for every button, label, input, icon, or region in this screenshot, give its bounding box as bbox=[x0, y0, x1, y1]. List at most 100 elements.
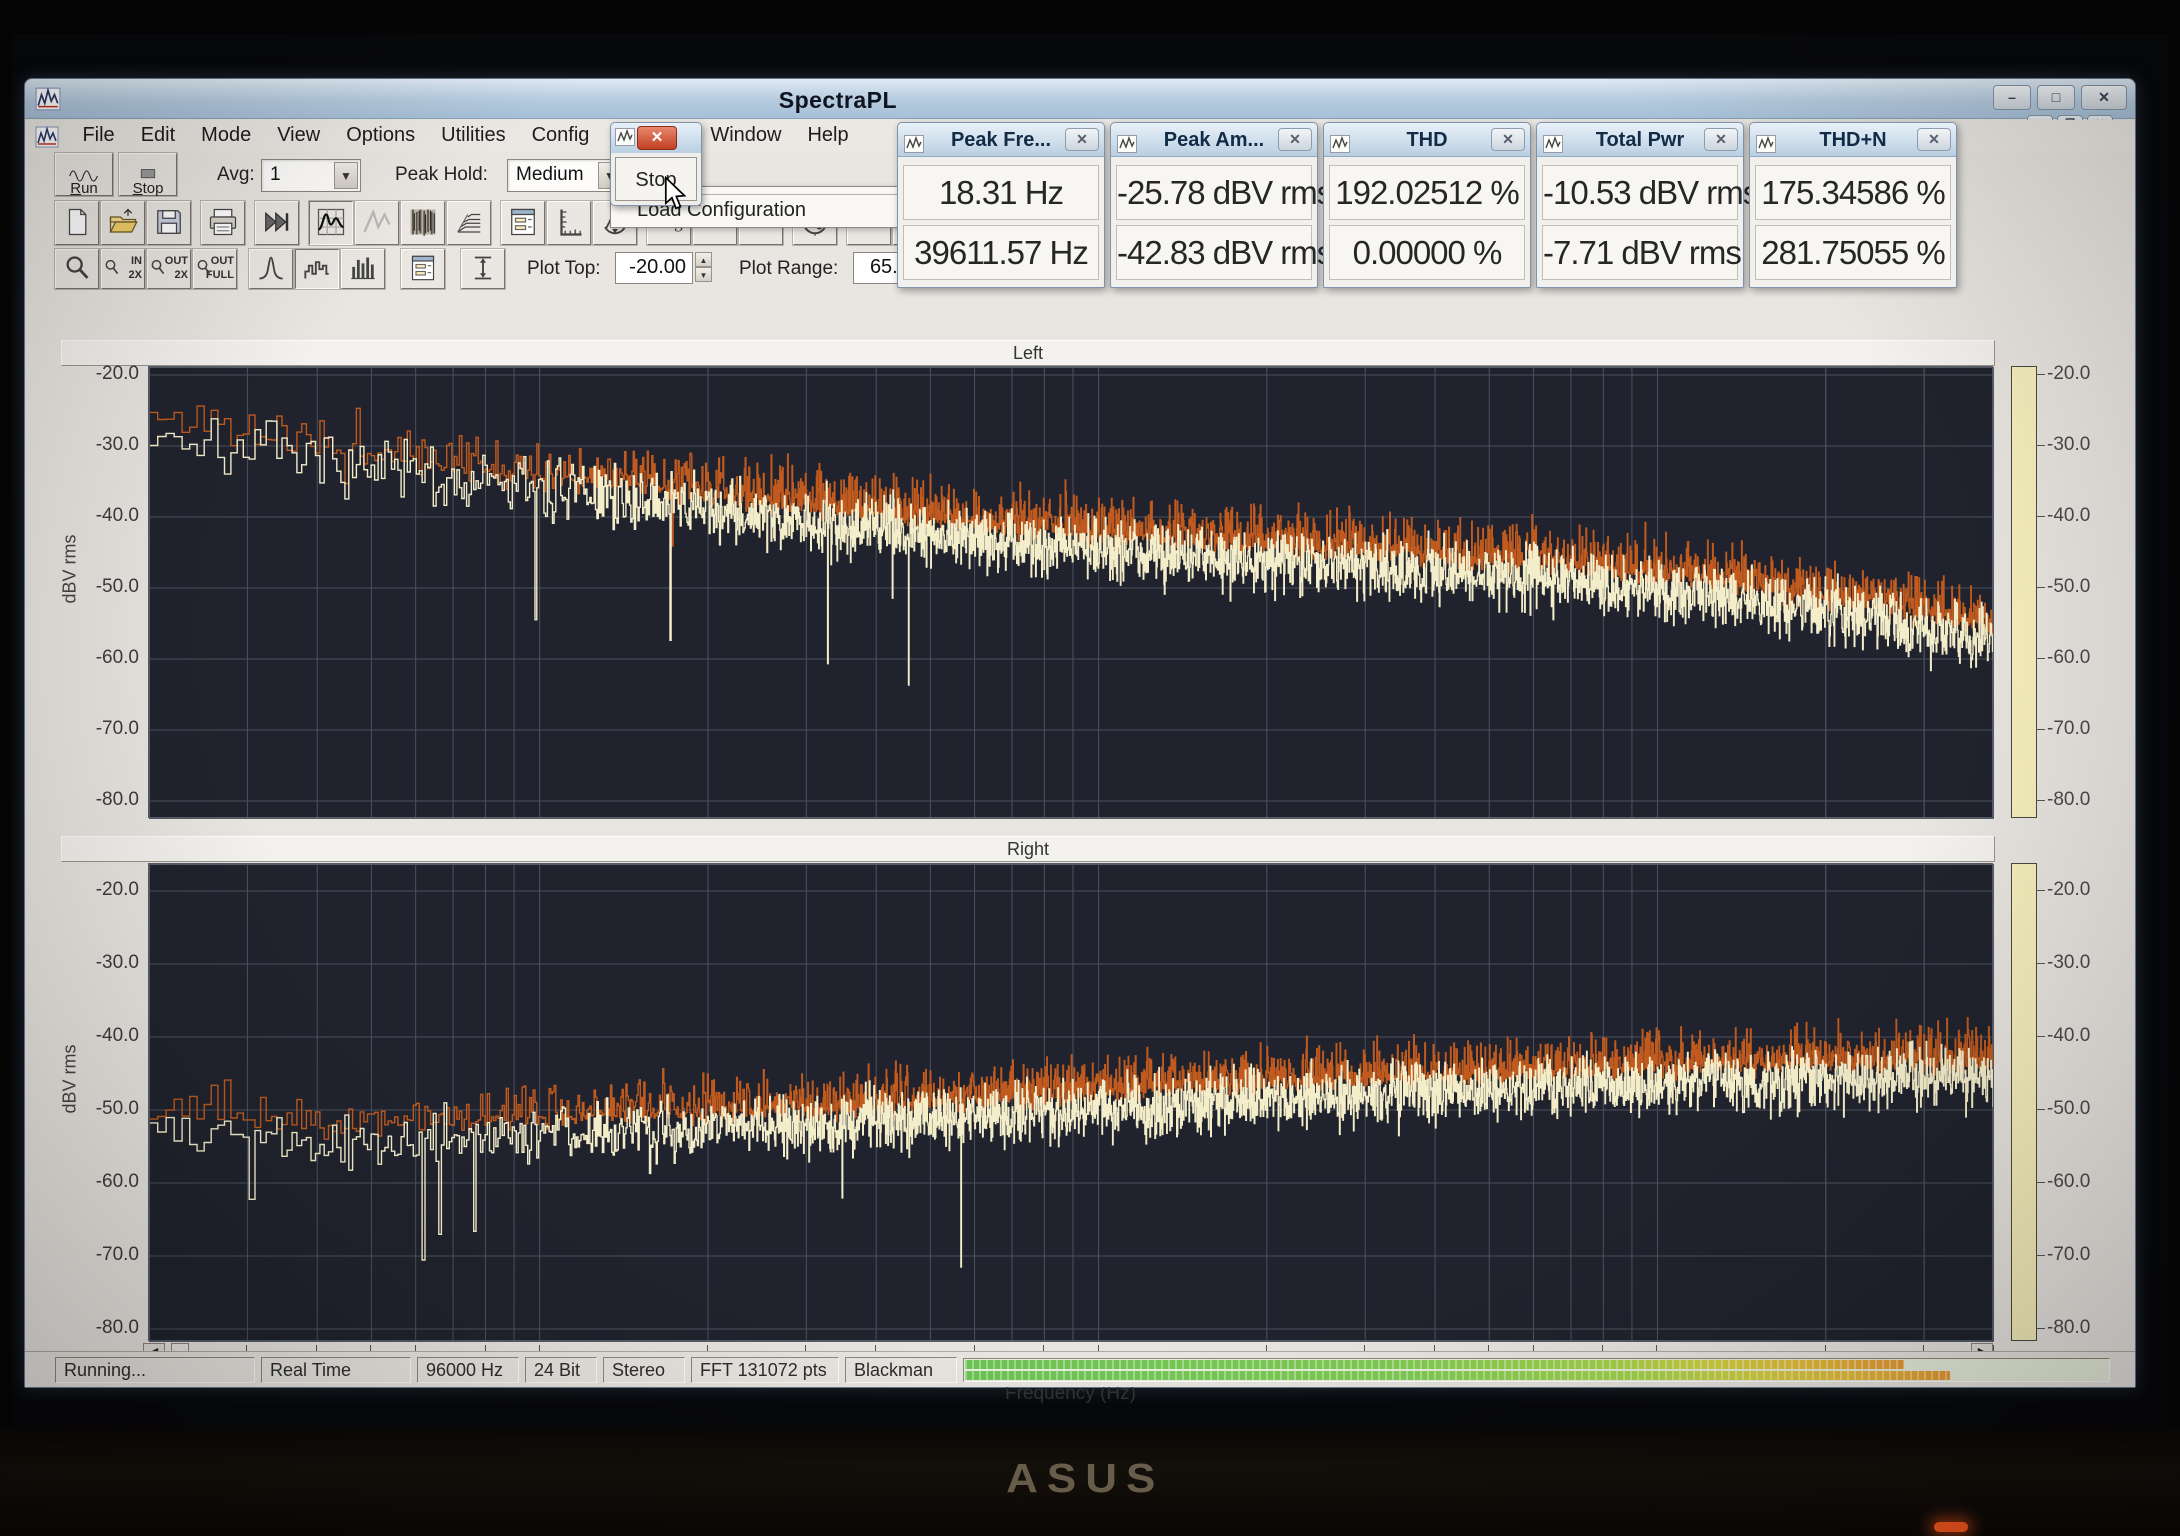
menu-config[interactable]: Config bbox=[519, 120, 603, 151]
y-axis-label: -30.0 bbox=[77, 952, 139, 974]
menu-file[interactable]: File bbox=[69, 120, 127, 151]
save-icon bbox=[148, 207, 190, 237]
menu-window[interactable]: Window bbox=[697, 120, 794, 151]
avg-dropdown[interactable]: 1▼ bbox=[261, 159, 361, 192]
menu-help[interactable]: Help bbox=[794, 120, 861, 151]
close-icon[interactable]: ✕ bbox=[1704, 128, 1738, 151]
panel-value-right: 39611.57 Hz bbox=[903, 225, 1099, 280]
y-axis-label-right: -60.0 bbox=[2047, 1171, 2117, 1193]
spectrum-plot-right[interactable] bbox=[149, 864, 1994, 1342]
status-cell-6: Blackman bbox=[845, 1357, 957, 1383]
y-axis-label-right: -70.0 bbox=[2047, 718, 2117, 740]
floating-window-titlebar[interactable]: ✕ bbox=[611, 123, 701, 153]
panel-title: THD bbox=[1406, 129, 1447, 151]
spectrum-display-icon bbox=[310, 207, 352, 237]
status-cell-0: Running... bbox=[55, 1357, 255, 1383]
save-button[interactable] bbox=[147, 201, 191, 245]
status-bar: Running...Real Time96000 Hz24 BitStereoF… bbox=[25, 1351, 2135, 1387]
panel-value-right: -7.71 dBV rms bbox=[1542, 225, 1738, 280]
zoom-out-full-button[interactable]: OUT FULL bbox=[193, 249, 237, 289]
zoom-out-2x-caption: OUT 2X bbox=[165, 254, 188, 282]
menu-options[interactable]: Options bbox=[333, 120, 428, 151]
menu-mode[interactable]: Mode bbox=[188, 120, 264, 151]
y-axis-label: -60.0 bbox=[77, 1171, 139, 1193]
spectrum-plot-left[interactable] bbox=[149, 367, 1994, 819]
open-file-button[interactable] bbox=[101, 201, 145, 245]
y-axis-label: -20.0 bbox=[77, 879, 139, 901]
y-tick bbox=[2036, 445, 2045, 446]
plot-top-input[interactable]: -20.00 bbox=[615, 252, 693, 284]
brand-logo: ASUS bbox=[1006, 1456, 1164, 1502]
panel-title: Total Pwr bbox=[1596, 129, 1685, 151]
print-button[interactable] bbox=[201, 201, 245, 245]
plot-top-label: Plot Top: bbox=[527, 258, 601, 280]
panel-titlebar[interactable]: Peak Fre...✕ bbox=[898, 123, 1104, 157]
run-button-label: Run bbox=[56, 180, 112, 197]
status-cell-5: FFT 131072 pts bbox=[691, 1357, 839, 1383]
panel-value-left: 18.31 Hz bbox=[903, 165, 1099, 220]
app-icon-mini bbox=[615, 128, 635, 146]
peak-hold-dropdown[interactable]: Medium▼ bbox=[507, 159, 625, 192]
zoom-button[interactable] bbox=[55, 249, 99, 289]
plot-client-area: Left-20.0-20.0-30.0-30.0-40.0-40.0-50.0-… bbox=[25, 293, 2135, 1351]
waveform-display-button[interactable] bbox=[355, 201, 399, 245]
y-axis-label-right: -30.0 bbox=[2047, 952, 2117, 974]
close-button[interactable]: ✕ bbox=[2081, 85, 2127, 110]
y-axis-label-right: -30.0 bbox=[2047, 434, 2117, 456]
close-icon[interactable]: ✕ bbox=[1917, 128, 1951, 151]
display-settings-button[interactable] bbox=[501, 201, 545, 245]
app-icon-small bbox=[35, 125, 59, 149]
peak-curve-button[interactable] bbox=[249, 249, 293, 289]
run-button[interactable]: Run bbox=[55, 153, 113, 196]
maximize-button[interactable]: □ bbox=[2037, 85, 2075, 110]
y-tick bbox=[2036, 800, 2045, 801]
plot-area-left[interactable] bbox=[148, 366, 1993, 818]
y-tick bbox=[2036, 890, 2045, 891]
app-icon-mini bbox=[1330, 130, 1350, 148]
close-icon[interactable]: ✕ bbox=[1065, 128, 1099, 151]
plot-area-right[interactable] bbox=[148, 863, 1993, 1341]
panel-titlebar[interactable]: Total Pwr ✕ bbox=[1537, 123, 1743, 157]
y-tick bbox=[2036, 587, 2045, 588]
minimize-button[interactable]: – bbox=[1993, 85, 2031, 110]
y-axis-label: -30.0 bbox=[77, 434, 139, 456]
y-tick bbox=[2036, 1036, 2045, 1037]
spin-down-icon[interactable]: ▼ bbox=[695, 267, 712, 282]
app-icon-mini bbox=[1117, 130, 1137, 148]
zoom-out-2x-button[interactable]: OUT 2X bbox=[147, 249, 191, 289]
level-meter-left bbox=[965, 1360, 1904, 1369]
y-axis-label-right: -40.0 bbox=[2047, 1025, 2117, 1047]
step-curve-button[interactable] bbox=[295, 249, 339, 289]
panel-titlebar[interactable]: Peak Am...✕ bbox=[1111, 123, 1317, 157]
plot-top-spinner[interactable]: ▲▼ bbox=[695, 252, 712, 282]
histogram-bars-button[interactable] bbox=[341, 249, 385, 289]
y-axis-label-right: -50.0 bbox=[2047, 576, 2117, 598]
new-document-button[interactable] bbox=[55, 201, 99, 245]
y-tick bbox=[2036, 516, 2045, 517]
y-axis-label: -40.0 bbox=[77, 505, 139, 527]
chevron-down-icon[interactable]: ▼ bbox=[334, 162, 358, 189]
display-settings-button[interactable] bbox=[401, 249, 445, 289]
spectrum-display-button[interactable] bbox=[309, 201, 353, 245]
ruler-button[interactable] bbox=[547, 201, 591, 245]
panel-title: THD+N bbox=[1819, 129, 1886, 151]
zoom-in-2x-button[interactable]: IN 2X bbox=[101, 249, 145, 289]
close-icon[interactable]: ✕ bbox=[1278, 128, 1312, 151]
surface-3d-display-icon bbox=[448, 207, 490, 237]
title-bar[interactable]: SpectraPL – □ ✕ – ❐ ✕ bbox=[25, 79, 2135, 119]
menu-utilities[interactable]: Utilities bbox=[428, 120, 518, 151]
menu-view[interactable]: View bbox=[264, 120, 333, 151]
close-icon[interactable]: ✕ bbox=[1491, 128, 1525, 151]
measurement-panel-totalpwr: Total Pwr✕-10.53 dBV rms-7.71 dBV rms bbox=[1536, 122, 1744, 288]
close-icon[interactable]: ✕ bbox=[637, 126, 677, 150]
spectrogram-display-button[interactable] bbox=[401, 201, 445, 245]
stop-button[interactable]: Stop bbox=[119, 153, 177, 196]
spin-up-icon[interactable]: ▲ bbox=[695, 252, 712, 267]
panel-titlebar[interactable]: THD+N ✕ bbox=[1750, 123, 1956, 157]
fast-forward-button[interactable] bbox=[255, 201, 299, 245]
y-axis-label: -60.0 bbox=[77, 647, 139, 669]
panel-titlebar[interactable]: THD ✕ bbox=[1324, 123, 1530, 157]
menu-edit[interactable]: Edit bbox=[128, 120, 188, 151]
vertical-range-button[interactable] bbox=[461, 249, 505, 289]
surface-3d-display-button[interactable] bbox=[447, 201, 491, 245]
